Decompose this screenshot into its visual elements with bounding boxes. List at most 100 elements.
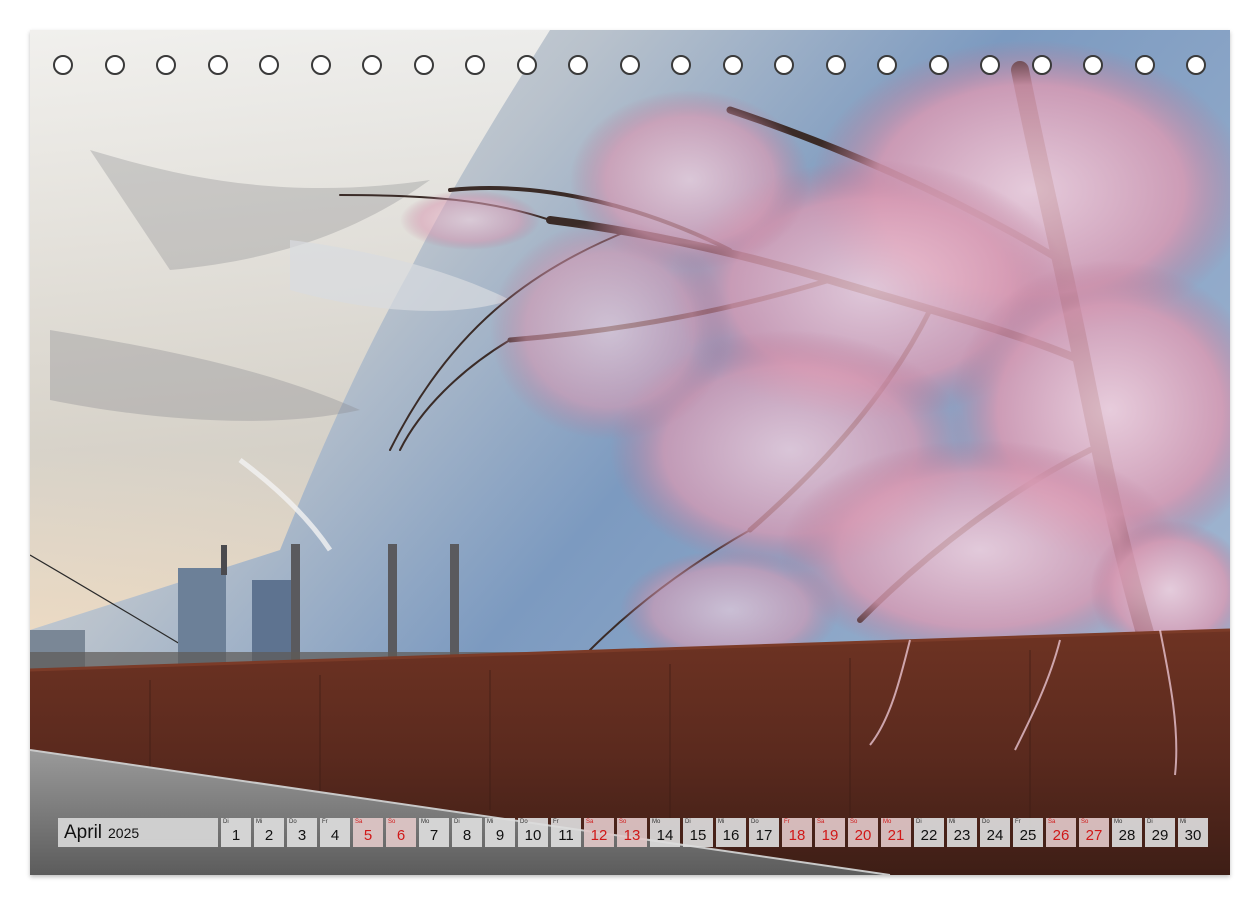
day-cell: Do 3 (287, 818, 317, 847)
day-number: 3 (297, 827, 307, 844)
weekday-label: Mi (487, 819, 494, 825)
day-number: 27 (1085, 827, 1103, 844)
binding-hole (722, 55, 743, 75)
day-cell: Di 22 (914, 818, 944, 847)
day-cell: Sa 5 (353, 818, 383, 847)
weekday-label: Mi (1180, 819, 1187, 825)
calendar-photo (30, 30, 1230, 875)
weekday-label: So (619, 819, 627, 825)
weekday-label: Di (1147, 819, 1153, 825)
day-number: 16 (722, 827, 740, 844)
binding-hole (928, 55, 949, 75)
day-number: 18 (788, 827, 806, 844)
weekday-label: Mo (883, 819, 892, 825)
day-cell: Sa 12 (584, 818, 614, 847)
weekday-label: Do (751, 819, 759, 825)
binding-hole (465, 55, 485, 75)
year-label: 2025 (108, 824, 140, 841)
day-cell: Di 1 (221, 818, 251, 847)
day-cell: Fr 18 (782, 818, 812, 847)
weekday-label: Di (454, 819, 460, 825)
day-number: 10 (524, 827, 542, 844)
binding-hole (259, 55, 279, 75)
binding-hole (413, 55, 434, 75)
day-cell: Mi 23 (947, 818, 977, 847)
day-cell: Sa 19 (815, 818, 845, 847)
binding-hole (877, 55, 897, 75)
weekday-label: Di (916, 819, 922, 825)
day-number: 21 (887, 827, 905, 844)
day-number: 30 (1184, 827, 1202, 844)
day-cell: Mi 16 (716, 818, 746, 847)
binding-hole (1134, 55, 1155, 75)
day-cell: So 13 (617, 818, 647, 847)
day-number: 6 (396, 827, 406, 844)
weekday-label: Sa (1048, 819, 1056, 825)
day-number: 11 (558, 827, 574, 844)
day-number: 19 (821, 827, 839, 844)
day-number: 4 (330, 827, 340, 844)
day-number: 24 (986, 827, 1004, 844)
weekday-label: Fr (322, 819, 328, 825)
day-number: 15 (689, 827, 707, 844)
weekday-label: Do (982, 819, 990, 825)
binding-hole (104, 55, 125, 75)
weekday-label: Mi (949, 819, 956, 825)
day-cell: Fr 4 (320, 818, 350, 847)
weekday-label: Sa (355, 819, 363, 825)
weekday-label: Sa (817, 819, 825, 825)
day-cell: Do 10 (518, 818, 548, 847)
binding-hole (207, 55, 228, 75)
weekday-label: Do (520, 819, 528, 825)
day-cell: Mi 2 (254, 818, 284, 847)
month-label: April 2025 (58, 818, 218, 847)
weekday-label: Mi (256, 819, 263, 825)
day-number: 13 (623, 827, 641, 844)
day-number: 20 (854, 827, 872, 844)
weekday-label: Mo (1114, 819, 1123, 825)
day-cell: Mo 7 (419, 818, 449, 847)
day-cell: So 27 (1079, 818, 1109, 847)
day-cell: Sa 26 (1046, 818, 1076, 847)
binding-hole (774, 55, 794, 75)
weekday-label: Fr (553, 819, 559, 825)
day-cell: Mi 9 (485, 818, 515, 847)
weekday-label: Mi (718, 819, 725, 825)
weekday-label: Fr (1015, 819, 1021, 825)
day-cell: Di 29 (1145, 818, 1175, 847)
day-cell: Fr 11 (551, 818, 581, 847)
day-number: 28 (1118, 827, 1136, 844)
day-cell: Mo 21 (881, 818, 911, 847)
day-number: 8 (462, 827, 472, 844)
binding-hole (825, 55, 846, 75)
month-name: April (64, 821, 103, 843)
binding-hole (1083, 55, 1103, 75)
day-number: 5 (363, 827, 373, 844)
binding-hole (980, 55, 1000, 75)
day-cell: So 6 (386, 818, 416, 847)
day-number: 2 (264, 827, 274, 844)
binding-hole (1031, 55, 1052, 75)
day-number: 17 (755, 827, 773, 844)
scene-illustration (30, 30, 1230, 875)
day-cell: So 20 (848, 818, 878, 847)
day-cell: Do 24 (980, 818, 1010, 847)
day-number: 25 (1019, 827, 1037, 844)
day-number: 26 (1052, 827, 1070, 844)
binding-hole (671, 55, 691, 75)
day-cell: Do 17 (749, 818, 779, 847)
day-number: 12 (590, 827, 608, 844)
day-cell: Di 8 (452, 818, 482, 847)
day-cell: Mi 30 (1178, 818, 1208, 847)
binding-hole (53, 55, 73, 75)
day-number: 7 (429, 827, 439, 844)
weekday-label: So (388, 819, 396, 825)
day-number: 22 (920, 827, 938, 844)
weekday-label: Fr (784, 819, 790, 825)
binding-hole (568, 55, 588, 75)
binding-hole (310, 55, 331, 75)
binding-holes (0, 0, 1260, 80)
binding-hole (1186, 55, 1206, 75)
weekday-label: Mo (652, 819, 661, 825)
binding-hole (516, 55, 537, 75)
